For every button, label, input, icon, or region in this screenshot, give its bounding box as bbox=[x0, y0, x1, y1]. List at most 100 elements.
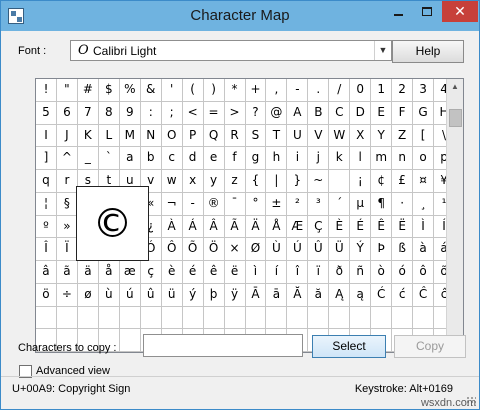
character-cell[interactable] bbox=[56, 306, 78, 330]
character-cell[interactable]: µ bbox=[350, 192, 372, 216]
character-cell[interactable]: w bbox=[161, 170, 183, 193]
character-cell[interactable]: ! bbox=[36, 79, 57, 102]
character-cell[interactable]: * bbox=[224, 79, 246, 102]
character-cell[interactable]: ó bbox=[392, 261, 414, 284]
character-cell[interactable]: G bbox=[413, 101, 435, 125]
font-dropdown[interactable]: O Calibri Light ▼ bbox=[70, 40, 392, 61]
character-cell[interactable] bbox=[350, 306, 372, 330]
character-cell[interactable]: x bbox=[182, 170, 204, 193]
character-cell[interactable]: Õ bbox=[182, 238, 204, 261]
character-cell[interactable] bbox=[308, 306, 330, 330]
character-cell[interactable]: I bbox=[36, 124, 57, 148]
character-cell[interactable]: z bbox=[224, 170, 246, 193]
character-cell[interactable]: Î bbox=[36, 238, 57, 261]
character-cell[interactable]: < bbox=[182, 101, 204, 125]
character-cell[interactable] bbox=[266, 306, 288, 330]
character-cell[interactable]: È bbox=[329, 215, 351, 239]
character-cell[interactable]: É bbox=[350, 215, 372, 239]
character-cell[interactable]: ; bbox=[161, 101, 183, 125]
character-cell[interactable]: » bbox=[56, 215, 78, 239]
character-cell[interactable]: ' bbox=[161, 79, 183, 102]
character-cell[interactable]: n bbox=[392, 147, 414, 170]
character-cell[interactable] bbox=[98, 306, 120, 330]
character-cell[interactable]: ā bbox=[266, 283, 288, 307]
character-cell[interactable]: ~ bbox=[308, 170, 330, 193]
character-cell[interactable]: 9 bbox=[119, 101, 141, 125]
character-cell[interactable]: ¢ bbox=[371, 170, 393, 193]
character-cell[interactable]: ÷ bbox=[56, 283, 78, 307]
character-cell[interactable]: ) bbox=[203, 79, 225, 102]
maximize-button[interactable] bbox=[413, 1, 441, 22]
character-cell[interactable]: 7 bbox=[77, 101, 99, 125]
character-cell[interactable]: Q bbox=[203, 124, 225, 148]
character-cell[interactable]: ¦ bbox=[36, 192, 57, 216]
character-cell[interactable]: | bbox=[266, 170, 288, 193]
character-cell[interactable]: ý bbox=[182, 283, 204, 307]
character-cell[interactable]: 0 bbox=[350, 79, 372, 102]
character-cell[interactable] bbox=[329, 170, 351, 193]
character-cell[interactable]: { bbox=[245, 170, 267, 193]
character-cell[interactable]: ¶ bbox=[371, 192, 393, 216]
character-cell[interactable]: 8 bbox=[98, 101, 120, 125]
character-cell[interactable]: O bbox=[161, 124, 183, 148]
character-cell[interactable]: K bbox=[77, 124, 99, 148]
character-cell[interactable]: r bbox=[56, 170, 78, 193]
character-cell[interactable]: ¡ bbox=[350, 170, 372, 193]
character-cell[interactable]: Ĉ bbox=[413, 283, 435, 307]
character-cell[interactable]: í bbox=[266, 261, 288, 284]
character-cell[interactable]: Á bbox=[182, 215, 204, 239]
character-cell[interactable]: Ă bbox=[287, 283, 309, 307]
character-cell[interactable]: ] bbox=[36, 147, 57, 170]
character-cell[interactable]: ß bbox=[392, 238, 414, 261]
character-cell[interactable]: ± bbox=[266, 192, 288, 216]
character-cell[interactable]: Ø bbox=[245, 238, 267, 261]
character-cell[interactable]: c bbox=[161, 147, 183, 170]
character-cell[interactable]: ô bbox=[413, 261, 435, 284]
character-cell[interactable]: Ï bbox=[56, 238, 78, 261]
character-cell[interactable]: ^ bbox=[56, 147, 78, 170]
character-cell[interactable]: " bbox=[56, 79, 78, 102]
character-cell[interactable]: & bbox=[140, 79, 162, 102]
character-cell[interactable] bbox=[77, 306, 99, 330]
character-cell[interactable]: L bbox=[98, 124, 120, 148]
character-cell[interactable]: î bbox=[287, 261, 309, 284]
character-cell[interactable]: C bbox=[329, 101, 351, 125]
character-cell[interactable]: ü bbox=[161, 283, 183, 307]
character-cell[interactable]: Ç bbox=[308, 215, 330, 239]
character-cell[interactable]: ą bbox=[350, 283, 372, 307]
character-cell[interactable]: ù bbox=[98, 283, 120, 307]
character-cell[interactable]: ´ bbox=[329, 192, 351, 216]
character-cell[interactable]: þ bbox=[203, 283, 225, 307]
character-cell[interactable]: i bbox=[287, 147, 309, 170]
character-cell[interactable]: ê bbox=[203, 261, 225, 284]
character-cell[interactable]: à bbox=[413, 238, 435, 261]
character-cell[interactable] bbox=[413, 306, 435, 330]
character-cell[interactable]: Ê bbox=[371, 215, 393, 239]
character-cell[interactable]: · bbox=[392, 192, 414, 216]
character-cell[interactable]: ø bbox=[77, 283, 99, 307]
character-cell[interactable]: - bbox=[287, 79, 309, 102]
character-cell[interactable]: R bbox=[224, 124, 246, 148]
character-cell[interactable]: Ā bbox=[245, 283, 267, 307]
character-cell[interactable] bbox=[36, 306, 57, 330]
character-cell[interactable]: h bbox=[266, 147, 288, 170]
character-cell[interactable]: @ bbox=[266, 101, 288, 125]
character-cell[interactable]: % bbox=[119, 79, 141, 102]
character-cell[interactable]: M bbox=[119, 124, 141, 148]
select-button[interactable]: Select bbox=[312, 335, 386, 358]
character-cell[interactable]: ¯ bbox=[224, 192, 246, 216]
character-cell[interactable]: Â bbox=[203, 215, 225, 239]
close-button[interactable]: ✕ bbox=[442, 1, 478, 22]
character-cell[interactable]: æ bbox=[119, 261, 141, 284]
character-cell[interactable]: ì bbox=[245, 261, 267, 284]
character-cell[interactable] bbox=[161, 306, 183, 330]
character-cell[interactable]: y bbox=[203, 170, 225, 193]
character-cell[interactable]: ć bbox=[392, 283, 414, 307]
character-cell[interactable]: N bbox=[140, 124, 162, 148]
character-cell[interactable]: B bbox=[308, 101, 330, 125]
help-button[interactable]: Help bbox=[392, 40, 464, 63]
character-cell[interactable]: ă bbox=[308, 283, 330, 307]
scroll-thumb[interactable] bbox=[449, 109, 462, 127]
character-cell[interactable]: ® bbox=[203, 192, 225, 216]
character-cell[interactable]: ë bbox=[224, 261, 246, 284]
